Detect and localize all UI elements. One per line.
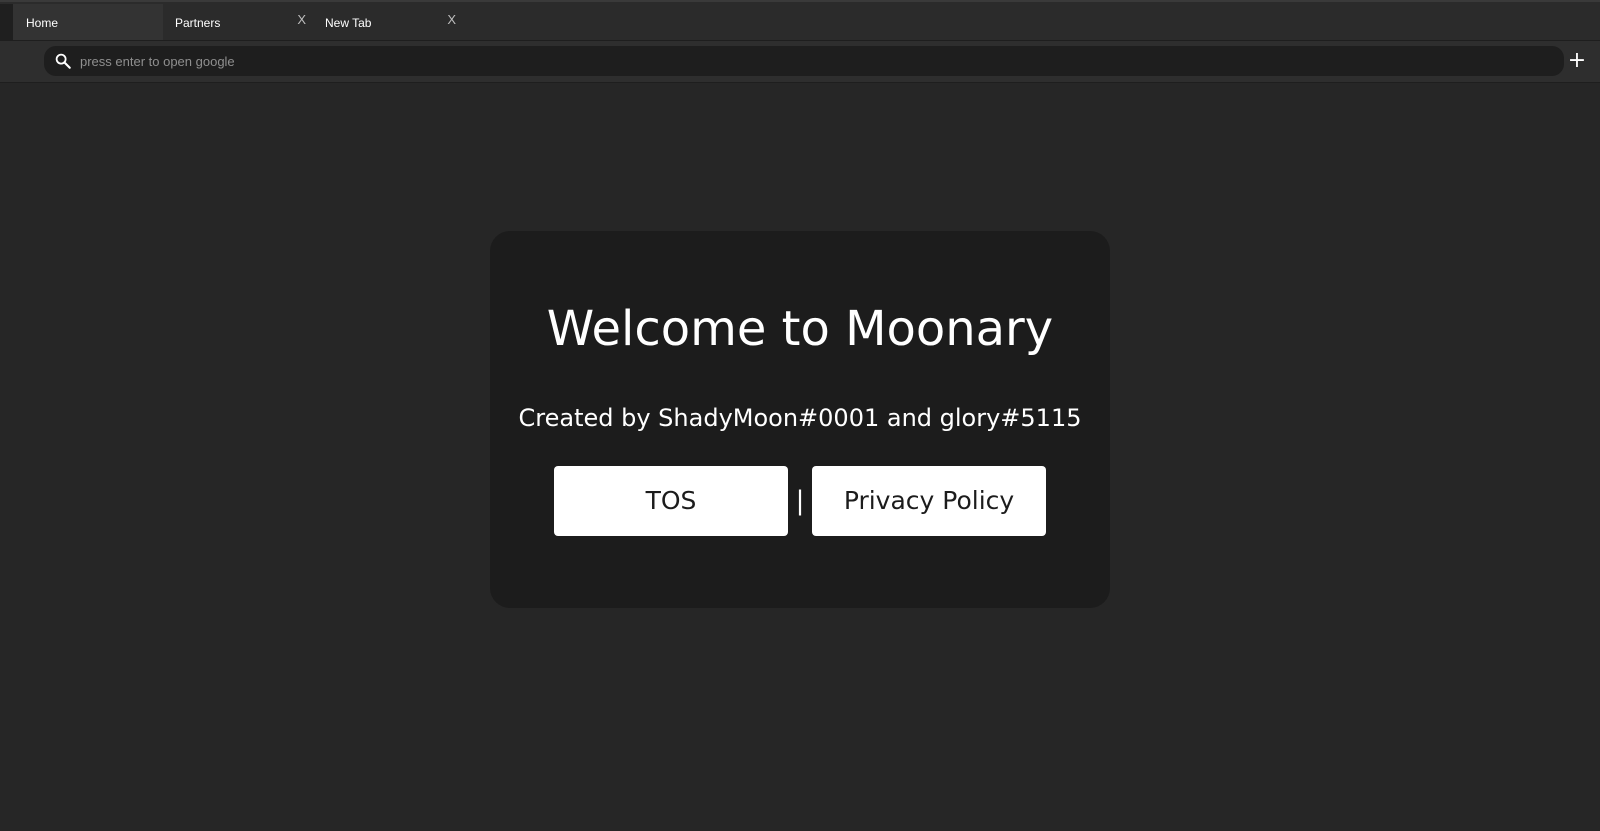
- tab-partners[interactable]: Partners X: [162, 4, 312, 40]
- tab-new-tab[interactable]: New Tab X: [312, 4, 462, 40]
- tab-close-button[interactable]: X: [297, 4, 306, 36]
- page-title: Welcome to Moonary: [546, 301, 1054, 357]
- credits-text: Created by ShadyMoon#0001 and glory#5115: [518, 404, 1082, 432]
- tab-strip: Home Partners X New Tab X: [0, 2, 1600, 41]
- search-icon: [55, 53, 71, 69]
- tab-close-button[interactable]: X: [447, 4, 456, 36]
- tab-label: Home: [26, 16, 59, 30]
- search-input[interactable]: [80, 46, 1540, 76]
- tab-strip-edge: [0, 4, 13, 40]
- tab-label: New Tab: [325, 16, 372, 30]
- privacy-policy-button[interactable]: Privacy Policy: [812, 466, 1046, 536]
- tos-button[interactable]: TOS: [554, 466, 788, 536]
- browser-window: Home Partners X New Tab X + Welcome to M…: [0, 0, 1600, 831]
- button-separator: |: [795, 486, 805, 516]
- tab-home[interactable]: Home: [13, 4, 163, 40]
- tab-label: Partners: [175, 16, 221, 30]
- search-box[interactable]: [44, 46, 1564, 76]
- welcome-card: Welcome to Moonary Created by ShadyMoon#…: [490, 231, 1110, 608]
- address-bar-row: +: [0, 41, 1600, 83]
- new-tab-button[interactable]: +: [1566, 46, 1588, 76]
